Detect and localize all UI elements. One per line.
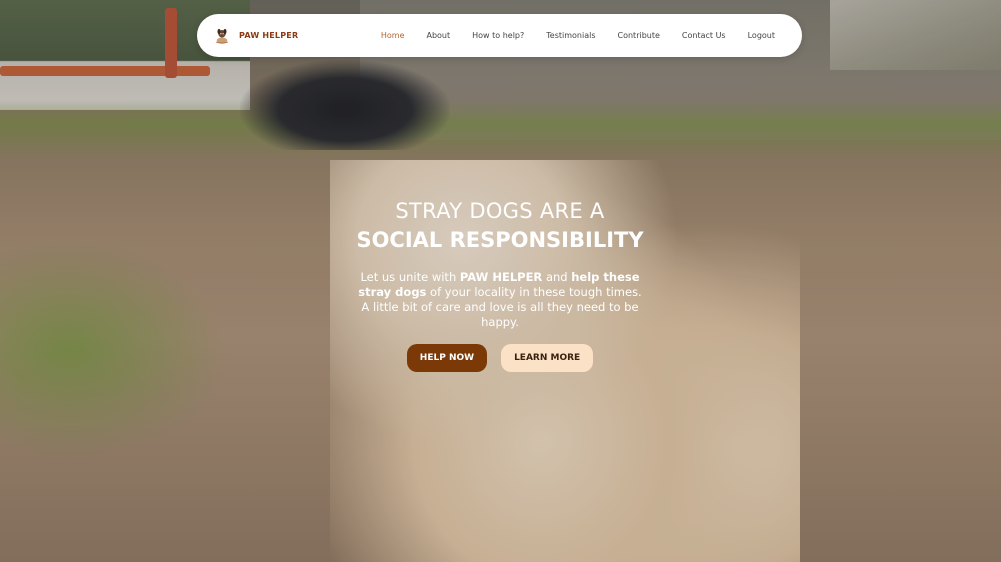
hero-section: PAW HELPER Home About How to help? Testi… (0, 0, 1001, 562)
hero-desc-part2: and (542, 270, 572, 284)
dog-icon (215, 28, 229, 44)
hero-headline-line1: STRAY DOGS ARE A (395, 199, 605, 223)
hero-description: Let us unite with PAW HELPER and help th… (355, 270, 645, 330)
brand-name: PAW HELPER (239, 31, 299, 40)
nav-links: Home About How to help? Testimonials Con… (370, 31, 786, 40)
nav-home[interactable]: Home (370, 31, 416, 40)
navbar: PAW HELPER Home About How to help? Testi… (197, 14, 802, 57)
learn-more-button[interactable]: LEARN MORE (501, 344, 594, 372)
nav-how-to-help[interactable]: How to help? (461, 31, 535, 40)
hero-headline-line2: SOCIAL RESPONSIBILITY (356, 228, 644, 252)
nav-contact-us[interactable]: Contact Us (671, 31, 737, 40)
nav-testimonials[interactable]: Testimonials (535, 31, 606, 40)
hero-content: STRAY DOGS ARE A SOCIAL RESPONSIBILITY L… (330, 196, 670, 372)
hero-buttons: HELP NOW LEARN MORE (330, 344, 670, 372)
hero-desc-brand: PAW HELPER (459, 270, 543, 284)
nav-logout[interactable]: Logout (737, 31, 786, 40)
hero-desc-part1: Let us unite with (360, 270, 460, 284)
nav-about[interactable]: About (415, 31, 461, 40)
nav-contribute[interactable]: Contribute (607, 31, 671, 40)
brand-link[interactable]: PAW HELPER (213, 27, 298, 45)
help-now-button[interactable]: HELP NOW (406, 344, 488, 372)
